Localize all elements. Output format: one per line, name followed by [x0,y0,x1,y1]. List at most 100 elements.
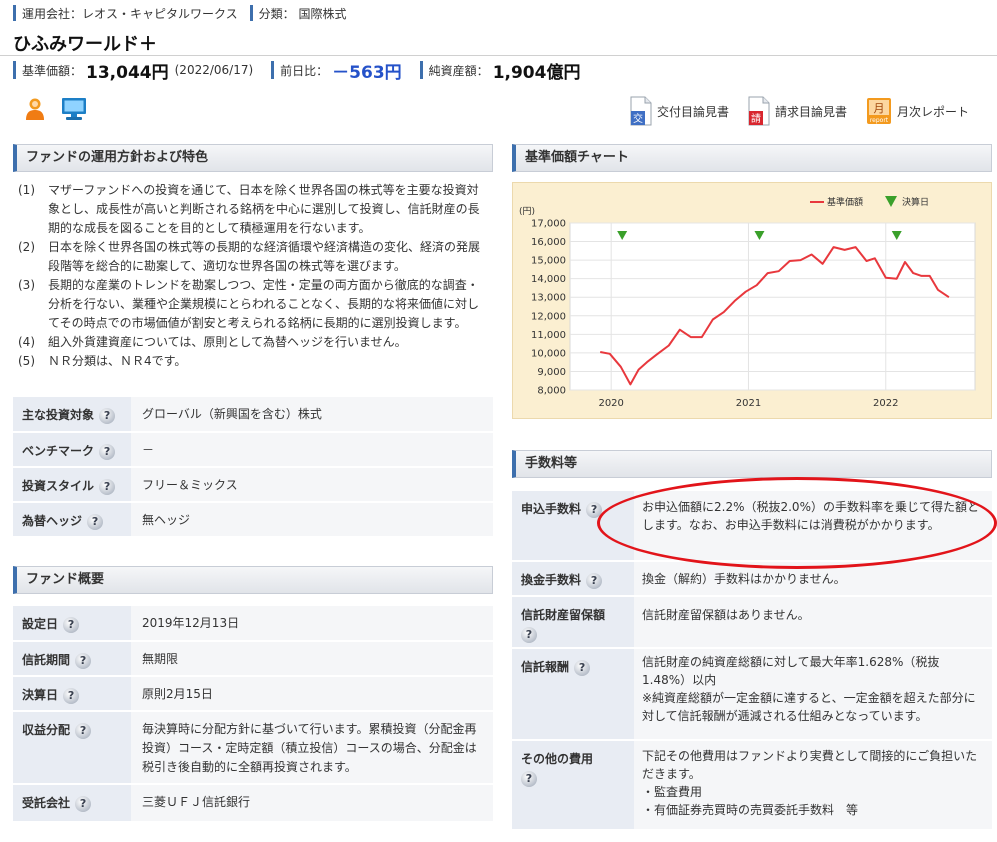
table-row: 信託報酬? 信託財産の純資産総額に対して最大年率1.628%（税抜1.48%）以… [512,648,992,741]
assets-label: 純資産額： [428,63,489,78]
meta-bar [13,61,16,79]
policy-item: (5) ＮＲ分類は、ＮＲ4です。 [18,352,488,371]
help-icon[interactable]: ? [99,443,116,460]
meta-bar [249,5,253,21]
table-row: 設定日? 2019年12月13日 [13,606,493,642]
overview-value: 原則2月15日 [131,676,493,712]
help-icon[interactable]: ? [586,501,603,518]
report-glyph: 月 [873,102,884,115]
nav-date: (2022/06/17) [174,63,254,77]
overview-key-label: 収益分配 [22,723,71,737]
overview-key: 受託会社? [13,784,131,823]
fees-section-header: 手数料等 [512,450,992,478]
meta-bar [419,61,423,79]
policy-text: 長期的な産業のトレンドを勘案しつつ、定性・定量の両方面から徹底的な調査・分析を行… [48,278,480,330]
help-icon[interactable]: ? [99,478,116,495]
overview-key: 収益分配? [13,711,131,785]
request-prospectus-label: 請求目論見書 [774,104,847,119]
attr-key-label: 主な投資対象 [22,408,95,422]
y-tick-label: 11,000 [531,330,566,341]
table-row: 受託会社? 三菱ＵＦＪ信託銀行 [13,784,493,823]
monthly-report-link[interactable]: 月 report 月次レポート [865,96,969,126]
attr-key-label: ベンチマーク [22,444,95,458]
overview-value: 無期限 [131,641,493,677]
help-icon[interactable]: ? [63,687,80,704]
policy-item: (2) 日本を除く世界各国の株式等の長期的な経済循環や経済構造の変化、経済の発展段… [18,238,488,276]
table-row: 決算日? 原則2月15日 [13,676,493,712]
overview-value: 2019年12月13日 [131,606,493,642]
policy-text: 組入外貨建資産については、原則として為替ヘッジを行いません。 [48,335,407,349]
overview-key: 決算日? [13,676,131,712]
help-icon[interactable]: ? [75,795,92,812]
table-row: その他の費用? 下記その他費用はファンドより実費として間接的にご負担いただきます… [512,740,992,831]
x-tick-label: 2022 [873,398,898,409]
assets-value: 1,904億円 [492,62,581,83]
prospectus-glyph: 交 [633,112,643,125]
help-icon[interactable]: ? [574,659,591,676]
plot-area [569,222,976,391]
nav-label: 基準価額： [22,63,83,78]
help-icon[interactable]: ? [521,626,537,643]
x-tick-label: 2021 [736,398,761,409]
nav-chart: (円) 基準価額 決算日 17,000 16,000 15,000 14,000 13,… [519,196,976,409]
y-tick-label: 8,000 [537,386,566,397]
fee-key: 換金手数料? [512,561,634,597]
overview-value: 毎決算時に分配方針に基づいて行います。累積投資（分配金再投資）コース・定時定額（… [131,711,493,785]
fee-key: 信託報酬? [512,648,634,741]
company-meta: 運用会社：レオス・キャピタルワークス [13,5,238,22]
help-icon[interactable]: ? [75,722,92,739]
policy-num: (2) [18,240,35,254]
table-row: 換金手数料? 換金（解約）手数料はかかりません。 [512,561,992,597]
attr-key: 主な投資対象? [13,397,131,433]
fee-key-label: 信託報酬 [521,660,570,674]
prospectus-label: 交付目論見書 [656,104,729,119]
fee-value: 下記その他費用はファンドより実費として間接的にご負担いただきます。 ・監査費用 … [634,740,992,831]
change-value: －563円 [332,62,402,83]
legend-series-label: 基準価額 [827,196,863,208]
fee-key: 信託財産留保額? [512,596,634,649]
policy-num: (5) [18,354,35,368]
x-tick-label: 2020 [598,398,623,409]
fees-table: 申込手数料? お申込価額に2.2%（税抜2.0%）の手数料率を乗じて得た額としま… [512,491,992,831]
fee-key-label: その他の費用 [521,752,594,766]
request-prospectus-icon: 請 [748,96,770,126]
y-tick-label: 15,000 [531,256,566,267]
attr-key: ベンチマーク? [13,432,131,468]
fee-key: その他の費用? [512,740,634,831]
chart-section-header: 基準価額チャート [512,144,992,172]
help-icon[interactable]: ? [87,513,104,530]
fee-key: 申込手数料? [512,491,634,562]
help-icon[interactable]: ? [63,616,80,633]
attr-key-label: 投資スタイル [22,479,95,493]
help-icon[interactable]: ? [99,407,116,424]
meta-bar [271,61,275,79]
policy-num: (1) [18,183,35,197]
attr-value: フリー＆ミックス [131,467,493,503]
fee-value: 信託財産の純資産総額に対して最大年率1.628%（税抜1.48%）以内 ※純資産… [634,648,992,741]
request-prospectus-link[interactable]: 請 請求目論見書 [747,96,847,126]
table-row: 信託財産留保額? 信託財産留保額はありません。 [512,596,992,649]
overview-key-label: 受託会社 [22,796,71,810]
fund-overview-table: 設定日? 2019年12月13日 信託期間? 無期限 決算日? 原則2月15日 … [13,606,493,823]
table-row: 為替ヘッジ? 無ヘッジ [13,502,493,538]
attr-value: グローバル（新興国を含む）株式 [131,397,493,433]
y-tick-label: 12,000 [531,311,566,322]
prospectus-icon: 交 [630,96,652,126]
help-icon[interactable]: ? [586,572,603,589]
svg-text:report: report [870,117,889,124]
request-glyph: 請 [751,112,761,125]
policy-item: (3) 長期的な産業のトレンドを勘案しつつ、定性・定量の両方面から徹底的な調査・分… [18,276,488,333]
policy-text: ＮＲ分類は、ＮＲ4です。 [48,354,187,368]
policy-num: (3) [18,278,35,292]
help-icon[interactable]: ? [75,652,92,669]
person-icon[interactable] [24,97,46,124]
policy-num: (4) [18,335,35,349]
computer-icon[interactable] [60,97,88,124]
prospectus-link[interactable]: 交 交付目論見書 [629,96,729,126]
document-links: 交 交付目論見書 請 請求目論見書 月 report 月次レポート [611,96,969,126]
help-icon[interactable]: ? [521,770,537,787]
y-tick-label: 9,000 [537,367,566,378]
nav-chart-panel: (円) 基準価額 決算日 17,000 16,000 15,000 14,000 13,… [512,182,992,419]
monthly-report-icon: 月 report [866,98,891,124]
table-row: 投資スタイル? フリー＆ミックス [13,467,493,503]
